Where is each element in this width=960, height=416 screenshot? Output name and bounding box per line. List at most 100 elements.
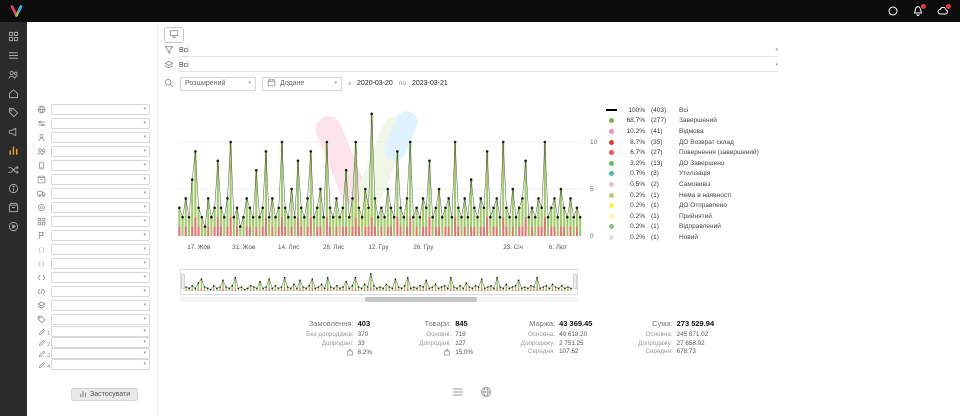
chevron-down-icon: ▾ — [143, 329, 146, 334]
legend-item[interactable]: 8.7%(35)ДО Возврат склад — [606, 137, 796, 148]
global-filter-1-select[interactable]: Всі ▾ — [179, 44, 778, 57]
global-filter-2-select[interactable]: Всі ▾ — [179, 59, 778, 72]
nav-item-dashboard[interactable] — [5, 30, 23, 42]
legend-item[interactable]: 0.7%(3)Утилізація — [606, 169, 796, 180]
nav-item-marketing[interactable] — [5, 125, 23, 137]
app-logo[interactable] — [9, 4, 24, 18]
table-view-button[interactable] — [450, 385, 466, 398]
legend-dot-swatch — [609, 224, 614, 229]
filter-utm-source-select[interactable]: ▾ — [51, 244, 150, 255]
nav-item-help[interactable] — [5, 182, 23, 194]
code-icon — [36, 287, 47, 296]
nav-item-store[interactable] — [5, 87, 23, 99]
filter-category-select[interactable]: ▾ — [51, 216, 150, 227]
chevron-down-icon: ▾ — [334, 81, 337, 86]
chevron-down-icon: ▾ — [143, 340, 146, 345]
date-to-input[interactable]: 2023-03-21 — [412, 80, 448, 87]
svg-text:17. Жов: 17. Жов — [187, 244, 211, 251]
legend-count: (1) — [649, 213, 675, 220]
nav-item-clients[interactable] — [5, 68, 23, 80]
filter-phone-select[interactable]: ▾ — [51, 160, 150, 171]
filter-status-select[interactable]: ▾ — [51, 118, 150, 129]
notifications-icon[interactable] — [911, 4, 925, 18]
filter-country-select[interactable]: ▾ — [51, 230, 150, 241]
svg-text:[ ]: [ ] — [39, 261, 44, 267]
truck-icon — [36, 189, 47, 198]
filter-custom-field-2-select[interactable]: ▾ — [51, 337, 150, 348]
legend-dot-swatch — [609, 182, 614, 187]
legend-percent: 8.7% — [621, 139, 645, 146]
filter-custom-field-1-select[interactable]: ▾ — [51, 326, 150, 337]
date-from-input[interactable]: 2020-03-20 — [357, 80, 393, 87]
chevron-down-icon: ▾ — [143, 261, 146, 266]
legend-item[interactable]: 0.2%(1)Нема в наявності — [606, 190, 796, 201]
legend-label: Самовивіз — [679, 181, 710, 188]
legend-item[interactable]: 100%(403)Всі — [606, 105, 796, 116]
date-to-label: по — [399, 80, 406, 87]
legend-item[interactable]: 0.2%(1)Відправлений — [606, 222, 796, 233]
legend-item[interactable]: 0.2%(1)Прийнятий — [606, 211, 796, 222]
nav-item-archive[interactable] — [5, 201, 23, 213]
filter-utm-campaign-select[interactable]: ▾ — [51, 272, 150, 283]
geo-view-button[interactable] — [478, 385, 494, 398]
legend-label: ДО Возврат склад — [679, 139, 734, 146]
chart-scrollbar[interactable] — [180, 297, 578, 302]
filter-utm-content-select[interactable]: ▾ — [51, 300, 150, 311]
legend-count: (403) — [649, 107, 675, 114]
legend-item[interactable]: 0.2%(1)ДО Отправлено — [606, 200, 796, 211]
main-content: Всі ▾ Всі ▾ Розширений ▾ Додане ▾ з 2020… — [158, 22, 960, 416]
legend-item[interactable]: 6.7%(27)Повернення (завершений) — [606, 147, 796, 158]
scrollbar-handle[interactable] — [365, 297, 477, 302]
badge-dot — [920, 3, 927, 10]
filter-campaign-select[interactable]: ▾ — [51, 202, 150, 213]
legend-count: (41) — [649, 128, 675, 135]
nav-item-tutorials[interactable] — [5, 220, 23, 232]
chevron-down-icon: ▾ — [143, 289, 146, 294]
nav-item-products[interactable] — [5, 106, 23, 118]
status-circle-icon[interactable] — [886, 4, 900, 18]
pencil-icon: 1 — [36, 328, 47, 336]
filter-utm-term-select[interactable]: ▾ — [51, 286, 150, 297]
legend-item[interactable]: 0.5%(2)Самовивіз — [606, 179, 796, 190]
legend-dot-swatch — [609, 129, 614, 134]
legend-item[interactable]: 68.7%(277)Завершений — [606, 116, 796, 127]
date-field-select[interactable]: Додане ▾ — [262, 77, 342, 91]
sync-updates-icon[interactable] — [936, 4, 950, 18]
chevron-down-icon: ▾ — [143, 149, 146, 154]
svg-text:{ }: { } — [39, 247, 44, 253]
date-field-value: Додане — [280, 80, 304, 87]
filter-rows: ▾▾▾▾▾▾▾▾▾▾{ }▾[ ]▾▾▾▾▾1▾2▾3▾4▾ — [27, 102, 157, 370]
apply-filters-button[interactable]: Застосувати — [71, 388, 138, 401]
legend-item[interactable]: 0.2%(1)Новий — [606, 232, 796, 243]
nav-item-orders[interactable] — [5, 49, 23, 61]
users-icon — [36, 147, 47, 156]
filter-utm-medium-select[interactable]: ▾ — [51, 258, 150, 269]
filter-client-group-select[interactable]: ▾ — [51, 146, 150, 157]
filter-source-select[interactable]: ▾ — [51, 104, 150, 115]
summary-sub-label: Без допродажів: — [303, 331, 358, 338]
filter-manager-select[interactable]: ▾ — [51, 132, 150, 143]
summary-sub-label: Основні: — [405, 331, 455, 338]
apply-button-label: Застосувати — [90, 391, 130, 398]
summary-goods: Товари:845Основні:718Допродані:12715.0% — [405, 319, 493, 358]
legend-percent: 68.7% — [621, 117, 645, 124]
box-icon — [36, 175, 47, 184]
braces-icon: { } — [36, 245, 47, 254]
global-filter-row-2: Всі ▾ — [164, 59, 778, 72]
filter-custom-field-3-select[interactable]: ▾ — [51, 348, 150, 359]
summary-sum: Сума:273 529.94Основна:245 871.02Допрода… — [611, 319, 727, 358]
legend-percent: 0.5% — [621, 181, 645, 188]
search-icon[interactable] — [164, 78, 174, 90]
filter-tag-select[interactable]: ▾ — [51, 314, 150, 325]
mini-brush-chart[interactable] — [180, 269, 578, 295]
legend-item[interactable]: 10.2%(41)Відмова — [606, 126, 796, 137]
report-mode-select[interactable]: Розширений ▾ — [180, 77, 256, 91]
filter-product-select[interactable]: ▾ — [51, 174, 150, 185]
filter-custom-field-4-select[interactable]: ▾ — [51, 359, 150, 370]
legend-item[interactable]: 3.2%(13)ДО Завершено — [606, 158, 796, 169]
legend-label: Прийнятий — [679, 213, 712, 220]
nav-item-analytics[interactable] — [5, 144, 23, 156]
legend-dot-swatch — [609, 150, 614, 155]
filter-delivery-select[interactable]: ▾ — [51, 188, 150, 199]
nav-item-integrations[interactable] — [5, 163, 23, 175]
